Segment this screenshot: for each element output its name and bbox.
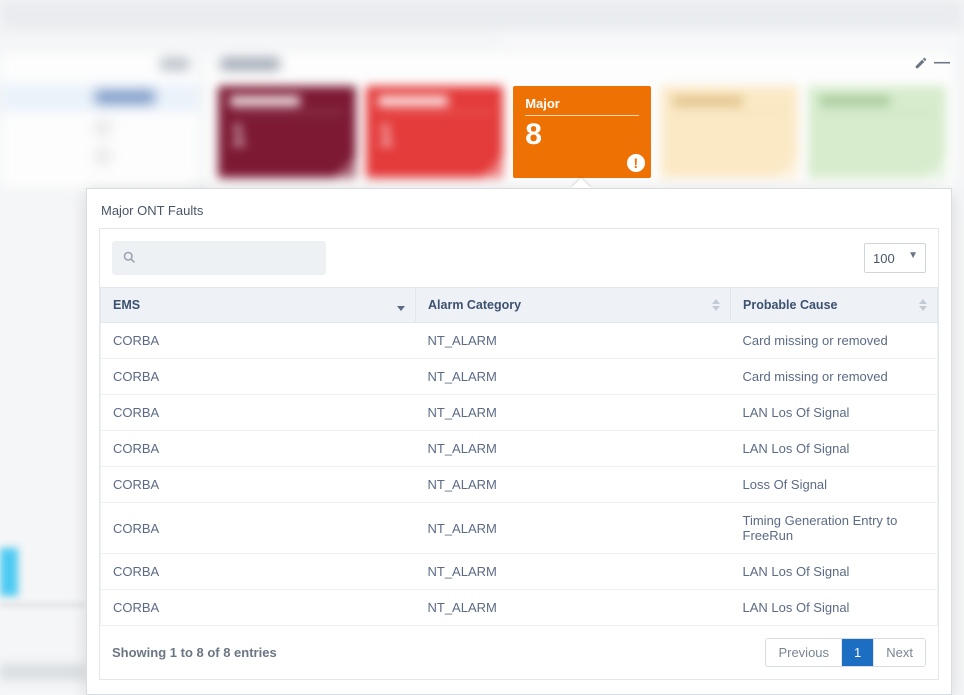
minimize-icon[interactable]: — [934, 56, 950, 73]
severity-card-critical[interactable]: 1 [366, 86, 504, 178]
faults-table: EMS Alarm Category Probable Cause [100, 287, 938, 626]
table-row[interactable]: CORBANT_ALARMLAN Los Of Signal [101, 590, 938, 626]
cell-alarm: NT_ALARM [416, 554, 731, 590]
severity-card-count: 1 [230, 119, 344, 153]
column-header-alarm[interactable]: Alarm Category [416, 288, 731, 323]
table-row[interactable]: CORBANT_ALARMLoss Of Signal [101, 467, 938, 503]
column-label: Alarm Category [428, 298, 521, 312]
cell-alarm: NT_ALARM [416, 467, 731, 503]
table-row[interactable]: CORBANT_ALARMLAN Los Of Signal [101, 395, 938, 431]
cell-alarm: NT_ALARM [416, 359, 731, 395]
search-icon [122, 250, 137, 270]
cell-alarm: NT_ALARM [416, 590, 731, 626]
severity-card-strip: 1 1 Major 8 ! [218, 86, 946, 178]
cell-cause: LAN Los Of Signal [731, 431, 938, 467]
sort-icon [919, 299, 927, 311]
background-line [0, 604, 86, 606]
table-footer: Showing 1 to 8 of 8 entries Previous 1 N… [100, 626, 938, 679]
cell-ems: CORBA [101, 323, 416, 359]
table-row[interactable]: CORBANT_ALARMLAN Los Of Signal [101, 431, 938, 467]
page-size-select[interactable]: 100 [864, 243, 926, 273]
cell-cause: Card missing or removed [731, 359, 938, 395]
faults-detail-panel: Major ONT Faults 100 EMS [86, 188, 952, 695]
page-size-select-wrap: 100 [864, 243, 926, 273]
panel-header-actions: — [914, 56, 950, 73]
search-field-wrap [112, 241, 326, 275]
background-bar [0, 664, 86, 680]
cell-cause: Card missing or removed [731, 323, 938, 359]
table-row[interactable]: CORBANT_ALARMCard missing or removed [101, 323, 938, 359]
table-row[interactable]: CORBANT_ALARMLAN Los Of Signal [101, 554, 938, 590]
cell-ems: CORBA [101, 590, 416, 626]
table-toolbar: 100 [100, 229, 938, 287]
cell-ems: CORBA [101, 467, 416, 503]
cell-ems: CORBA [101, 359, 416, 395]
cell-ems: CORBA [101, 395, 416, 431]
active-card-pointer [571, 178, 591, 188]
entries-info: Showing 1 to 8 of 8 entries [112, 645, 277, 660]
severity-card-cleared[interactable] [808, 86, 946, 178]
cell-cause: Timing Generation Entry to FreeRun [731, 503, 938, 554]
cell-alarm: NT_ALARM [416, 323, 731, 359]
cell-cause: LAN Los Of Signal [731, 554, 938, 590]
search-input[interactable] [112, 241, 326, 275]
table-body: CORBANT_ALARMCard missing or removedCORB… [101, 323, 938, 626]
column-label: Probable Cause [743, 298, 837, 312]
severity-card-minor[interactable]: 1 [218, 86, 356, 178]
cell-cause: Loss Of Signal [731, 467, 938, 503]
cell-cause: LAN Los Of Signal [731, 590, 938, 626]
next-button[interactable]: Next [874, 639, 925, 666]
page-button-1[interactable]: 1 [842, 639, 874, 666]
pagination: Previous 1 Next [765, 638, 926, 667]
alert-icon: ! [627, 154, 645, 172]
column-header-cause[interactable]: Probable Cause [731, 288, 938, 323]
cell-ems: CORBA [101, 554, 416, 590]
severity-card-count: 8 [525, 118, 639, 152]
cell-ems: CORBA [101, 503, 416, 554]
cell-alarm: NT_ALARM [416, 503, 731, 554]
severity-card-warning[interactable] [661, 86, 799, 178]
severity-card-count: 1 [378, 119, 492, 153]
cell-ems: CORBA [101, 431, 416, 467]
cell-alarm: NT_ALARM [416, 395, 731, 431]
severity-card-major[interactable]: Major 8 ! [513, 86, 651, 178]
background-accent [0, 548, 18, 596]
cell-alarm: NT_ALARM [416, 431, 731, 467]
severity-card-label: Major [525, 96, 639, 111]
edit-icon[interactable] [914, 56, 928, 73]
table-row[interactable]: CORBANT_ALARMTiming Generation Entry to … [101, 503, 938, 554]
panel-title: Major ONT Faults [87, 189, 951, 228]
sort-icon [397, 299, 405, 311]
column-label: EMS [113, 298, 140, 312]
panel-body: 100 EMS Alarm Category [99, 228, 939, 680]
sort-icon [712, 299, 720, 311]
column-header-ems[interactable]: EMS [101, 288, 416, 323]
table-row[interactable]: CORBANT_ALARMCard missing or removed [101, 359, 938, 395]
cell-cause: LAN Los Of Signal [731, 395, 938, 431]
prev-button[interactable]: Previous [766, 639, 842, 666]
